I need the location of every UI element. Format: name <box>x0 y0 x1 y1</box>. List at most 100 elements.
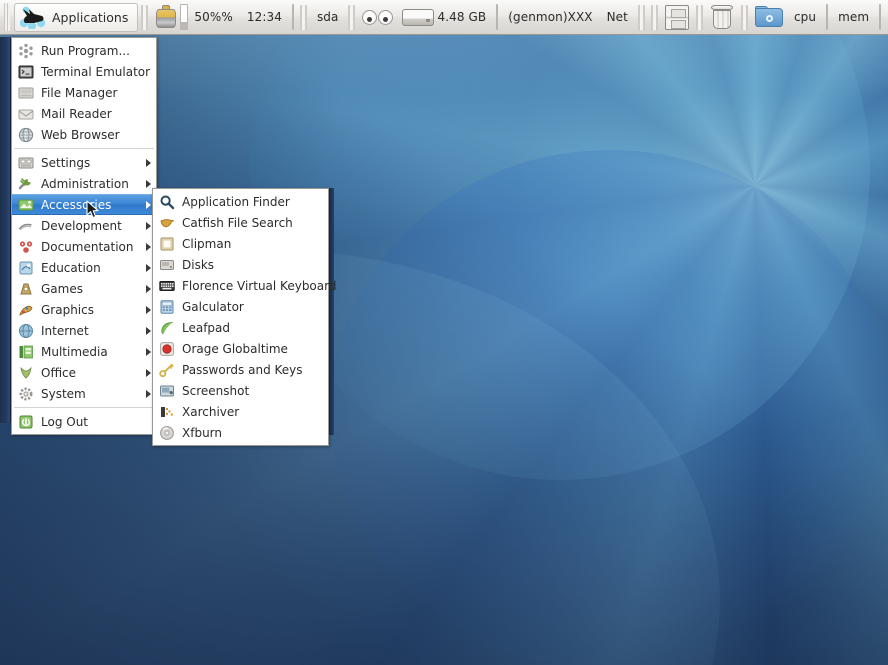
swap-monitor[interactable]: swap <box>884 0 888 35</box>
cpu-label: cpu <box>793 10 817 24</box>
chevron-right-icon <box>146 284 151 293</box>
menu-item-label: Xarchiver <box>182 404 240 419</box>
menu-item-screenshot[interactable]: Screenshot <box>153 380 328 401</box>
menu-item-label: Catfish File Search <box>182 215 293 230</box>
menu-item-label: Xfburn <box>182 425 222 440</box>
menu-item-leafpad[interactable]: Leafpad <box>153 317 328 338</box>
eye-right-icon <box>378 9 394 25</box>
globaltime-icon <box>159 341 175 357</box>
archive-icon <box>159 404 175 420</box>
development-icon <box>18 218 34 234</box>
menu-item-xfburn[interactable]: Xfburn <box>153 422 328 443</box>
menu-item-system[interactable]: System <box>12 383 156 404</box>
menu-item-development[interactable]: Development <box>12 215 156 236</box>
menu-item-graphics[interactable]: Graphics <box>12 299 156 320</box>
free-space-label: 4.48 GB <box>437 10 487 24</box>
menu-item-administration[interactable]: Administration <box>12 173 156 194</box>
menu-item-disks[interactable]: Disks <box>153 254 328 275</box>
clock-top[interactable]: 12:34 <box>240 0 289 35</box>
folder-icon <box>754 6 783 28</box>
file-manager-icon <box>18 85 34 101</box>
applications-menu[interactable]: Run Program... Terminal Emulator File Mana… <box>11 37 157 435</box>
disk-monitor[interactable]: sda <box>310 0 346 35</box>
file-cabinet-launcher[interactable] <box>661 0 693 35</box>
chevron-right-icon <box>146 347 151 356</box>
disks-icon <box>159 257 175 273</box>
menu-item-label: Graphics <box>41 302 94 317</box>
menu-item-terminal-emulator[interactable]: Terminal Emulator <box>12 61 156 82</box>
menu-item-games[interactable]: Games <box>12 278 156 299</box>
menu-item-catfish-file-search[interactable]: Catfish File Search <box>153 212 328 233</box>
run-program-icon <box>18 43 34 59</box>
menu-item-galculator[interactable]: Galculator <box>153 296 328 317</box>
menu-item-accessories[interactable]: Accessories <box>12 194 156 215</box>
menu-item-label: Screenshot <box>182 383 250 398</box>
menu-item-label: Education <box>41 260 101 275</box>
menu-item-label: Documentation <box>41 239 134 254</box>
menu-item-label: System <box>41 386 86 401</box>
menu-item-label: Internet <box>41 323 89 338</box>
menu-item-web-browser[interactable]: Web Browser <box>12 124 156 145</box>
keyboard-icon <box>159 278 175 294</box>
applications-button[interactable]: Applications <box>14 2 139 32</box>
free-space-monitor[interactable]: 4.48 GB <box>398 0 493 35</box>
menu-item-label: Mail Reader <box>41 106 112 121</box>
menu-item-label: Florence Virtual Keyboard <box>182 278 337 293</box>
trash-applet[interactable] <box>706 0 738 35</box>
mem-monitor[interactable]: mem <box>831 0 876 35</box>
cpu-monitor[interactable]: cpu <box>787 0 823 35</box>
desktop[interactable]: Applications 50%% 12:34 sda 4.48 GB (gen… <box>0 0 888 665</box>
menu-item-label: Log Out <box>41 414 89 429</box>
menu-item-education[interactable]: Education <box>12 257 156 278</box>
menu-item-xarchiver[interactable]: Xarchiver <box>153 401 328 422</box>
accessories-submenu[interactable]: Application Finder Catfish File Search Cli… <box>152 188 336 446</box>
graphics-icon <box>18 302 34 318</box>
chevron-right-icon <box>146 326 151 335</box>
menu-item-label: Web Browser <box>41 127 120 142</box>
folder-launcher[interactable] <box>751 0 787 35</box>
screenshot-icon <box>159 383 175 399</box>
menu-separator <box>14 148 154 149</box>
menu-item-florence-virtual-keyboard[interactable]: Florence Virtual Keyboard <box>153 275 336 296</box>
panel-separator-4 <box>637 4 645 30</box>
battery-monitor[interactable]: 50%% <box>151 0 239 35</box>
menu-item-label: Orage Globaltime <box>182 341 288 356</box>
terminal-icon <box>18 64 34 80</box>
chevron-right-icon <box>146 158 151 167</box>
menu-item-label: Development <box>41 218 122 233</box>
menu-item-log-out[interactable]: Log Out <box>12 411 156 432</box>
chevron-right-icon <box>146 221 151 230</box>
menu-item-orage-globaltime[interactable]: Orage Globaltime <box>153 338 328 359</box>
genmon-label: (genmon)XXX <box>508 10 593 24</box>
mail-reader-icon <box>18 106 34 122</box>
games-icon <box>18 281 34 297</box>
xfce4-eyes[interactable] <box>358 0 398 35</box>
menu-item-passwords-and-keys[interactable]: Passwords and Keys <box>153 359 328 380</box>
menu-item-run-program[interactable]: Run Program... <box>12 40 156 61</box>
catfish-icon <box>159 215 175 231</box>
menu-item-clipman[interactable]: Clipman <box>153 233 328 254</box>
menu-item-label: Accessories <box>41 197 112 212</box>
menu-item-internet[interactable]: Internet <box>12 320 156 341</box>
chevron-right-icon <box>146 263 151 272</box>
menu-item-label: Run Program... <box>41 43 130 58</box>
menu-item-label: File Manager <box>41 85 118 100</box>
menu-item-office[interactable]: Office <box>12 362 156 383</box>
menu-item-multimedia[interactable]: Multimedia <box>12 341 156 362</box>
office-icon <box>18 365 34 381</box>
network-monitor[interactable]: Net <box>600 0 635 35</box>
chevron-right-icon <box>146 200 151 209</box>
menu-item-file-manager[interactable]: File Manager <box>12 82 156 103</box>
menu-item-documentation[interactable]: Documentation <box>12 236 156 257</box>
genmon-plugin[interactable]: (genmon)XXX <box>501 0 599 35</box>
menu-item-label: Disks <box>182 257 215 272</box>
panel-drag-handle[interactable] <box>4 3 10 31</box>
panel-separator-7 <box>740 4 748 30</box>
chevron-right-icon <box>146 389 151 398</box>
menu-item-label: Settings <box>41 155 91 170</box>
key-icon <box>159 362 175 378</box>
top-panel[interactable]: Applications 50%% 12:34 sda 4.48 GB (gen… <box>0 0 888 35</box>
menu-item-mail-reader[interactable]: Mail Reader <box>12 103 156 124</box>
menu-item-application-finder[interactable]: Application Finder <box>153 191 328 212</box>
menu-item-settings[interactable]: Settings <box>12 152 156 173</box>
